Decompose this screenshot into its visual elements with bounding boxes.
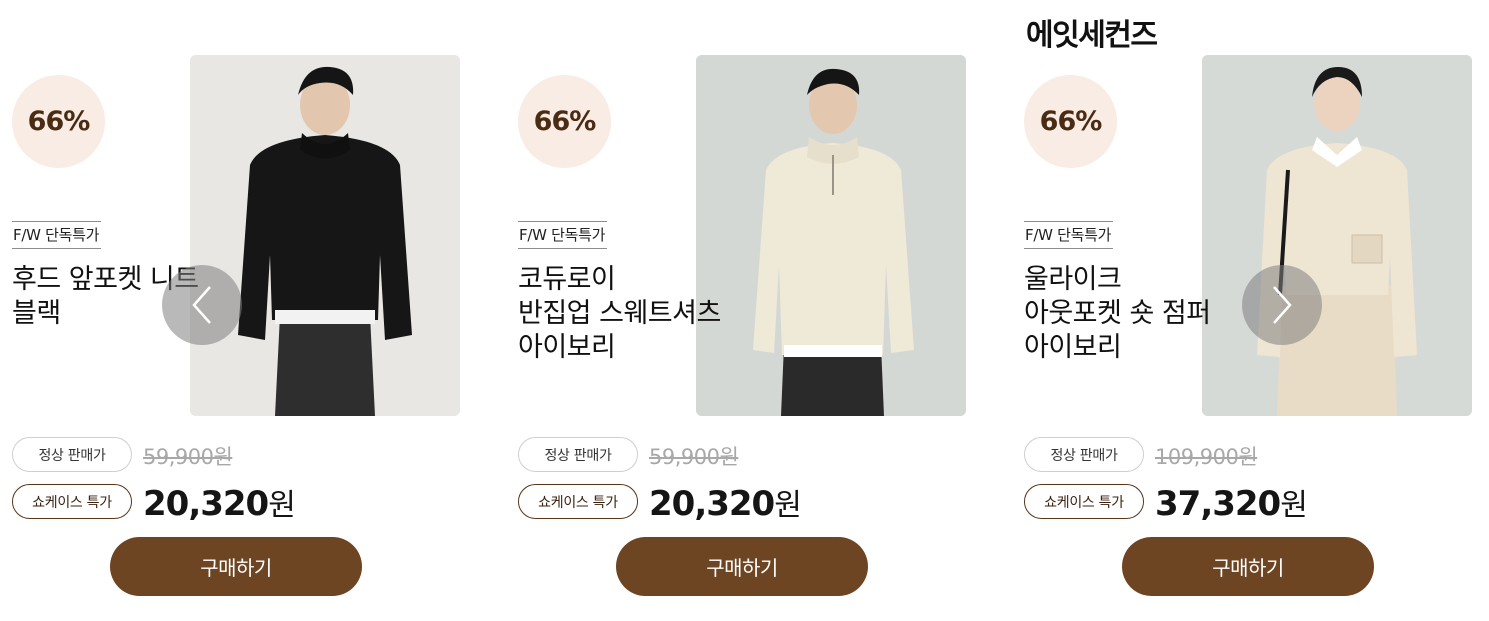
- product-name[interactable]: 코듀로이 반집업 스웨트셔츠 아이보리: [518, 263, 721, 365]
- carousel-next-button[interactable]: [1242, 265, 1322, 345]
- discount-badge: 66%: [518, 75, 611, 168]
- sale-price: 37,320원: [1155, 480, 1308, 524]
- discount-badge: 66%: [1024, 75, 1117, 168]
- regular-price-label: 정상 판매가: [518, 437, 638, 472]
- regular-price-label: 정상 판매가: [12, 437, 132, 472]
- sale-price-label: 쇼케이스 특가: [12, 484, 132, 519]
- discount-badge: 66%: [12, 75, 105, 168]
- promo-tag: F/W 단독특가: [1024, 221, 1114, 249]
- sale-price-unit: 원: [774, 488, 802, 523]
- model-in-ivory-sweatshirt-image: [696, 55, 966, 416]
- product-image[interactable]: [1202, 55, 1472, 416]
- sale-price-number: 20,320: [649, 484, 775, 524]
- sale-price-label: 쇼케이스 특가: [1024, 484, 1144, 519]
- buy-button[interactable]: 구매하기: [1122, 537, 1374, 596]
- model-in-ivory-jacket-image: [1202, 55, 1472, 416]
- carousel-prev-button[interactable]: [162, 265, 242, 345]
- product-name-line: 아웃포켓 숏 점퍼: [1024, 298, 1211, 329]
- promo-tag: F/W 단독특가: [12, 221, 102, 249]
- buy-button[interactable]: 구매하기: [616, 537, 868, 596]
- sale-price: 20,320원: [143, 480, 296, 524]
- product-name[interactable]: 울라이크 아웃포켓 숏 점퍼 아이보리: [1024, 263, 1211, 365]
- regular-price: 59,900원: [649, 445, 739, 469]
- product-name-line: 아이보리: [1024, 332, 1122, 363]
- product-name-line: 코듀로이: [518, 264, 616, 295]
- product-card: 66% F/W 단독특가 코듀로이 반집업 스웨트셔츠 아이보리 정상 판매가 …: [506, 0, 986, 621]
- sale-price-number: 37,320: [1155, 484, 1281, 524]
- chevron-right-icon: [1273, 286, 1292, 324]
- promo-tag: F/W 단독특가: [518, 221, 608, 249]
- buy-button[interactable]: 구매하기: [110, 537, 362, 596]
- product-image[interactable]: [696, 55, 966, 416]
- regular-price-label: 정상 판매가: [1024, 437, 1144, 472]
- sale-price: 20,320원: [649, 480, 802, 524]
- model-in-black-hoodie-image: [190, 55, 460, 416]
- product-name-line: 반집업 스웨트셔츠: [518, 298, 721, 329]
- sale-price-unit: 원: [1280, 488, 1308, 523]
- regular-price: 109,900원: [1155, 445, 1258, 469]
- sale-price-label: 쇼케이스 특가: [518, 484, 638, 519]
- product-name-line: 아이보리: [518, 332, 616, 363]
- sale-price-unit: 원: [268, 488, 296, 523]
- sale-price-number: 20,320: [143, 484, 269, 524]
- product-image[interactable]: [190, 55, 460, 416]
- regular-price: 59,900원: [143, 445, 233, 469]
- product-name-line: 울라이크: [1024, 264, 1122, 295]
- chevron-left-icon: [192, 286, 211, 324]
